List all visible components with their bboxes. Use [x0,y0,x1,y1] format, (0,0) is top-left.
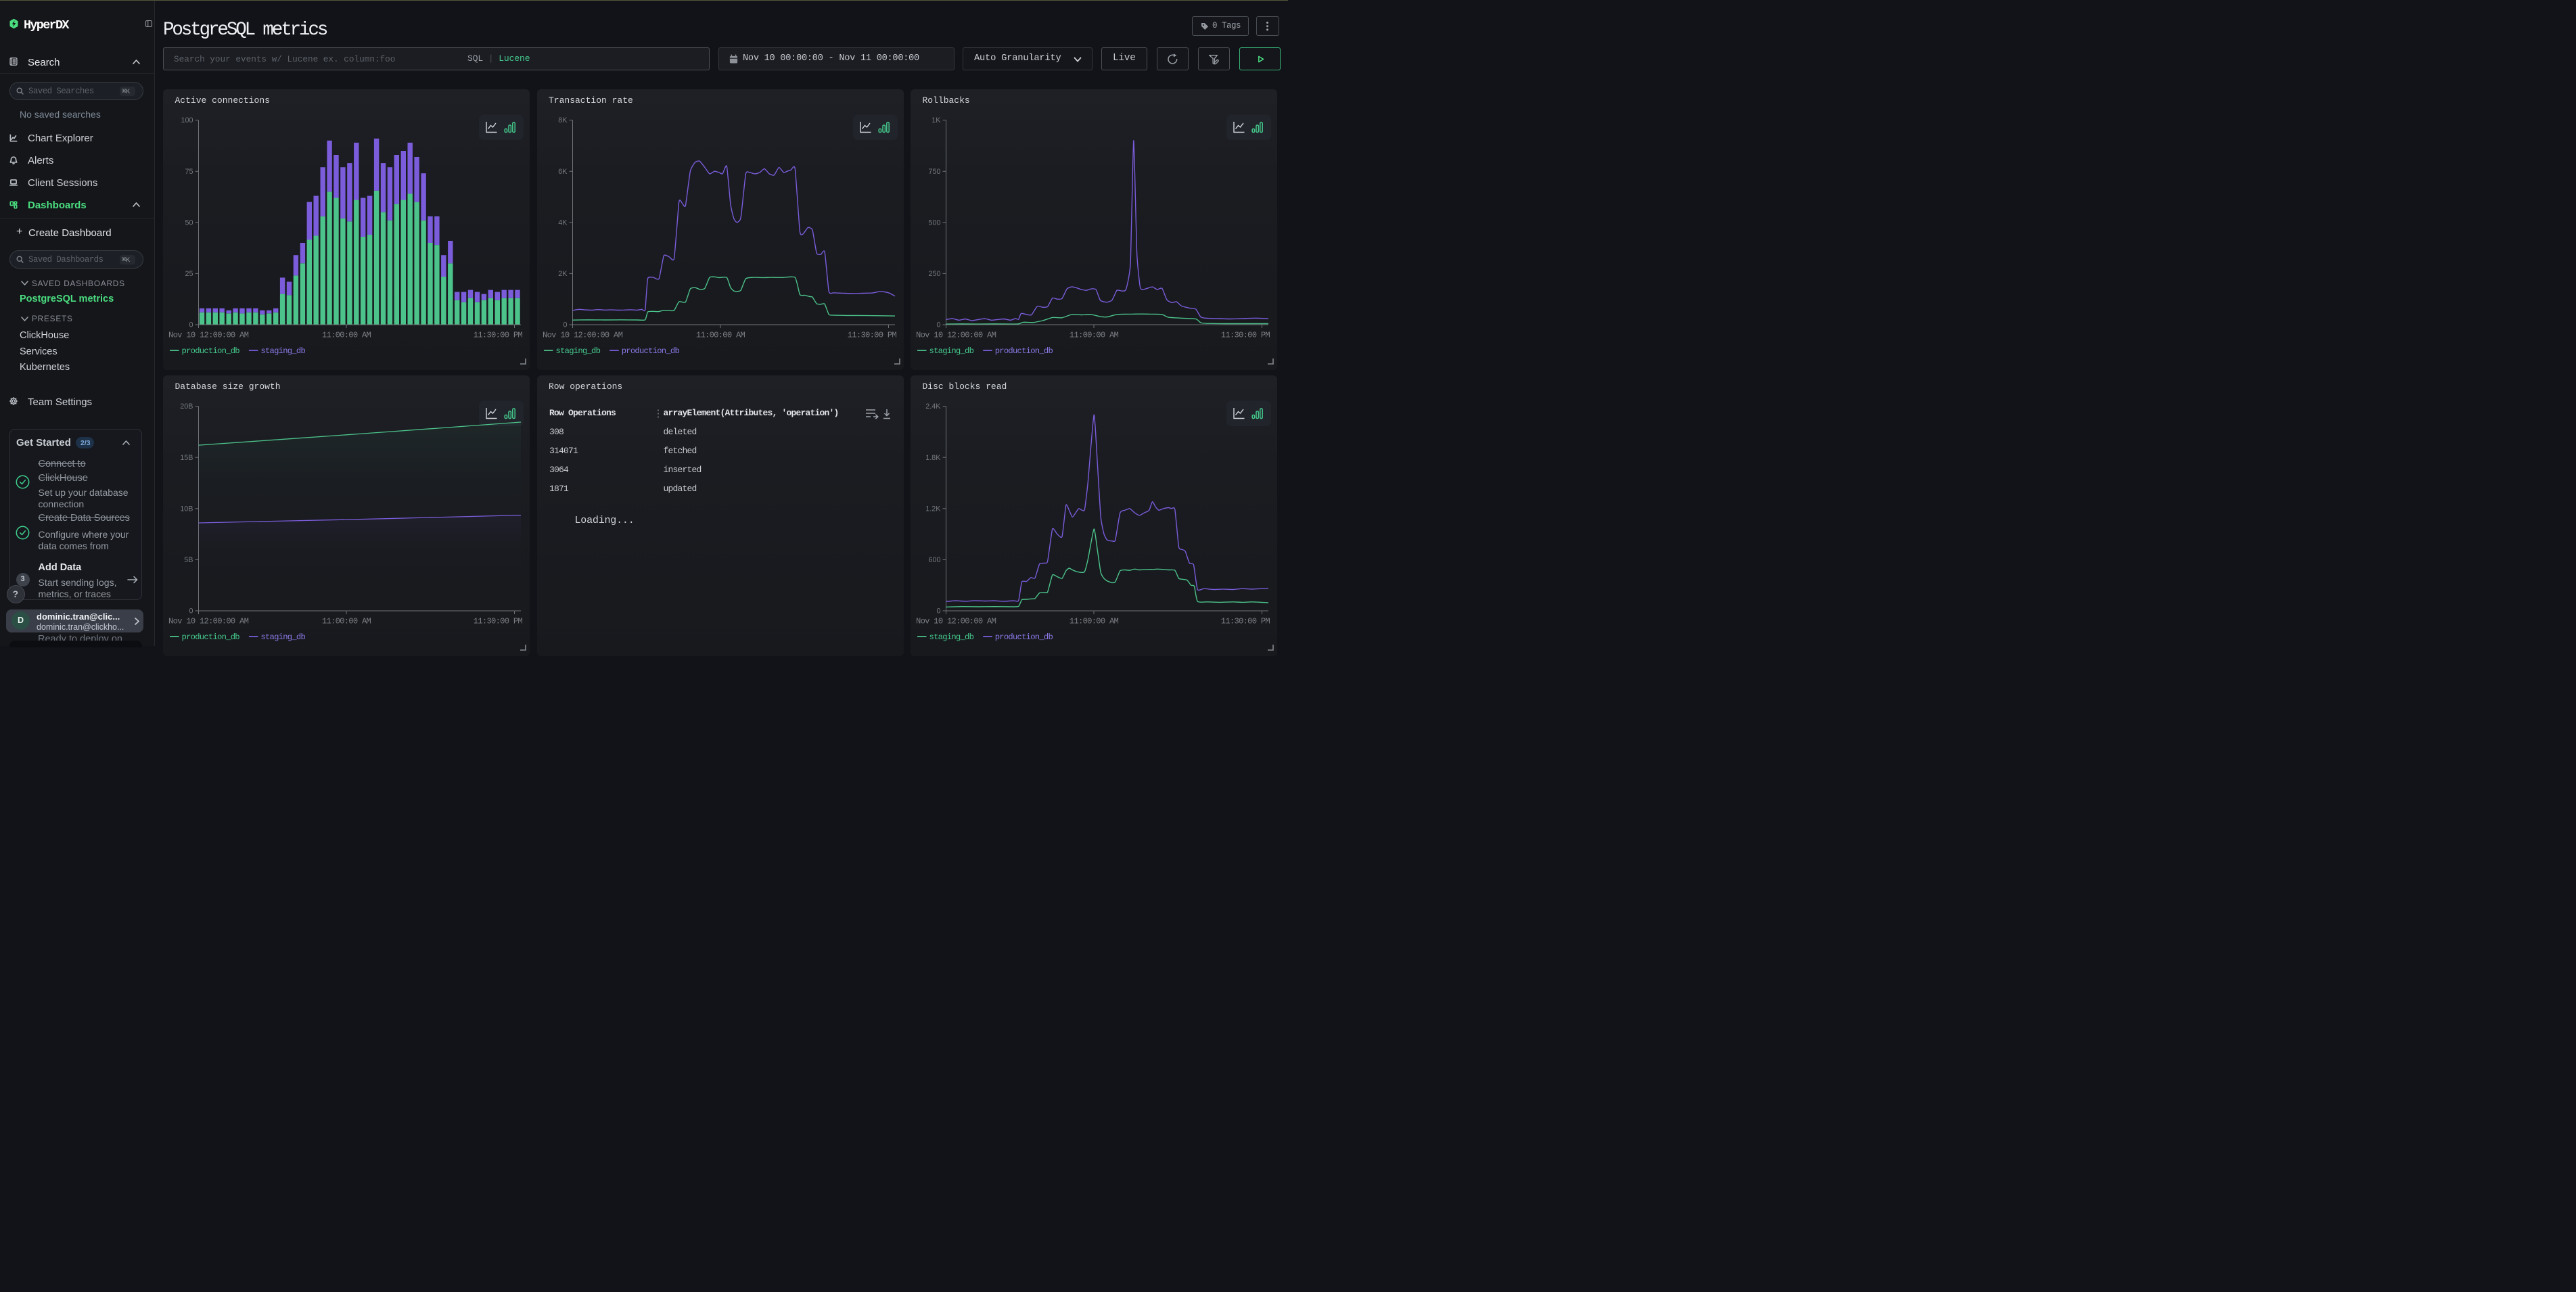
svg-text:11:00:00 AM: 11:00:00 AM [1070,616,1119,626]
svg-text:production_db: production_db [182,632,240,642]
svg-text:production_db: production_db [995,632,1053,642]
svg-text:Nov 10 12:00:00 AM: Nov 10 12:00:00 AM [916,330,996,340]
svg-text:11:30:00 PM: 11:30:00 PM [474,616,523,626]
svg-text:11:00:00 AM: 11:00:00 AM [1070,330,1119,340]
svg-text:8K: 8K [558,116,568,124]
svg-text:2K: 2K [558,270,568,278]
svg-text:staging_db: staging_db [929,632,974,642]
svg-text:1.8K: 1.8K [925,453,941,461]
svg-text:Nov 10 12:00:00 AM: Nov 10 12:00:00 AM [168,330,249,340]
svg-text:11:30:00 PM: 11:30:00 PM [1221,616,1270,626]
svg-text:15B: 15B [180,453,193,461]
svg-text:11:30:00 PM: 11:30:00 PM [1221,330,1270,340]
svg-text:11:30:00 PM: 11:30:00 PM [847,330,896,340]
svg-text:11:00:00 AM: 11:00:00 AM [322,616,371,626]
svg-text:20B: 20B [180,402,193,411]
svg-text:0: 0 [189,607,193,615]
svg-text:1K: 1K [932,116,941,124]
svg-text:0: 0 [563,321,567,329]
svg-text:25: 25 [185,270,193,278]
svg-text:production_db: production_db [182,346,240,356]
svg-text:production_db: production_db [621,346,679,356]
svg-text:0: 0 [936,321,940,329]
svg-text:5B: 5B [184,556,193,564]
svg-text:75: 75 [185,167,193,175]
svg-text:staging_db: staging_db [260,346,305,356]
svg-text:600: 600 [928,556,940,564]
svg-text:Nov 10 12:00:00 AM: Nov 10 12:00:00 AM [543,330,623,340]
svg-text:2.4K: 2.4K [925,402,941,411]
svg-text:250: 250 [928,270,940,278]
svg-text:production_db: production_db [995,346,1053,356]
svg-text:Nov 10 12:00:00 AM: Nov 10 12:00:00 AM [916,616,996,626]
svg-text:11:00:00 AM: 11:00:00 AM [695,330,745,340]
svg-text:11:00:00 AM: 11:00:00 AM [322,330,371,340]
svg-text:staging_db: staging_db [555,346,600,356]
svg-text:50: 50 [185,218,193,227]
svg-text:10B: 10B [180,505,193,513]
svg-text:Nov 10 12:00:00 AM: Nov 10 12:00:00 AM [168,616,249,626]
svg-text:1.2K: 1.2K [925,505,941,513]
svg-text:500: 500 [928,218,940,227]
svg-text:750: 750 [928,167,940,175]
svg-text:100: 100 [181,116,193,124]
svg-text:staging_db: staging_db [929,346,974,356]
svg-text:6K: 6K [558,167,568,175]
svg-text:0: 0 [189,321,193,329]
svg-text:11:30:00 PM: 11:30:00 PM [474,330,523,340]
svg-text:staging_db: staging_db [260,632,305,642]
svg-text:0: 0 [936,607,940,615]
svg-text:4K: 4K [558,218,568,227]
